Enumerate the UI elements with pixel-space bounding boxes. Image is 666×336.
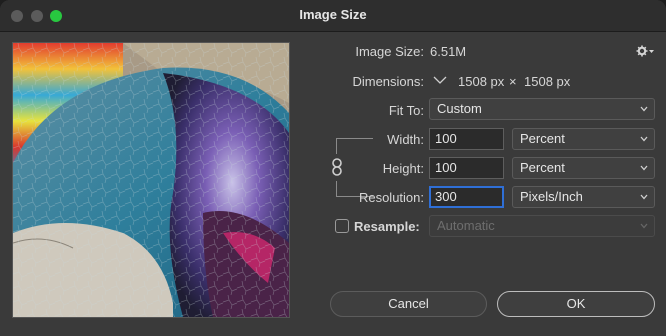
fit-to-value: Custom xyxy=(437,101,482,116)
resample-label: Resample: xyxy=(354,219,420,234)
width-unit-value: Percent xyxy=(520,131,565,146)
height-input[interactable]: 100 xyxy=(429,157,504,179)
image-preview[interactable] xyxy=(12,42,290,318)
height-unit-value: Percent xyxy=(520,160,565,175)
gear-icon[interactable] xyxy=(636,44,654,58)
resolution-input[interactable]: 300 xyxy=(429,186,504,208)
chevron-down-icon xyxy=(640,223,648,229)
resample-checkbox[interactable] xyxy=(335,219,349,233)
ok-button[interactable]: OK xyxy=(497,291,655,317)
resample-select[interactable]: Automatic xyxy=(429,215,655,237)
height-label: Height: xyxy=(382,161,424,176)
image-size-dialog: Image Size Image Size: 6.51M Dimensions:… xyxy=(0,0,666,336)
image-size-value: 6.51M xyxy=(430,44,467,59)
width-label: Width: xyxy=(387,132,424,147)
resolution-unit-value: Pixels/Inch xyxy=(520,189,583,204)
image-size-label: Image Size: xyxy=(355,44,424,59)
resolution-unit-select[interactable]: Pixels/Inch xyxy=(512,186,655,208)
title-bar: Image Size xyxy=(0,0,666,32)
resample-value: Automatic xyxy=(437,218,495,233)
preview-image xyxy=(13,43,289,317)
chevron-down-icon xyxy=(640,194,648,200)
fit-to-select[interactable]: Custom xyxy=(429,98,655,120)
fit-to-label: Fit To: xyxy=(388,103,424,118)
dimensions-height: 1508 px xyxy=(524,74,571,89)
resolution-label: Resolution: xyxy=(358,190,424,205)
chevron-down-icon[interactable] xyxy=(432,73,448,87)
chevron-down-icon xyxy=(640,136,648,142)
chevron-down-icon xyxy=(640,165,648,171)
dimensions-x: × xyxy=(509,74,517,89)
width-input[interactable]: 100 xyxy=(429,128,504,150)
window-title: Image Size xyxy=(299,7,367,22)
chevron-down-icon xyxy=(640,106,648,112)
height-unit-select[interactable]: Percent xyxy=(512,157,655,179)
dimensions-width: 1508 px xyxy=(458,74,505,89)
cancel-button[interactable]: Cancel xyxy=(330,291,487,317)
width-unit-select[interactable]: Percent xyxy=(512,128,655,150)
dimensions-label: Dimensions: xyxy=(352,74,424,89)
